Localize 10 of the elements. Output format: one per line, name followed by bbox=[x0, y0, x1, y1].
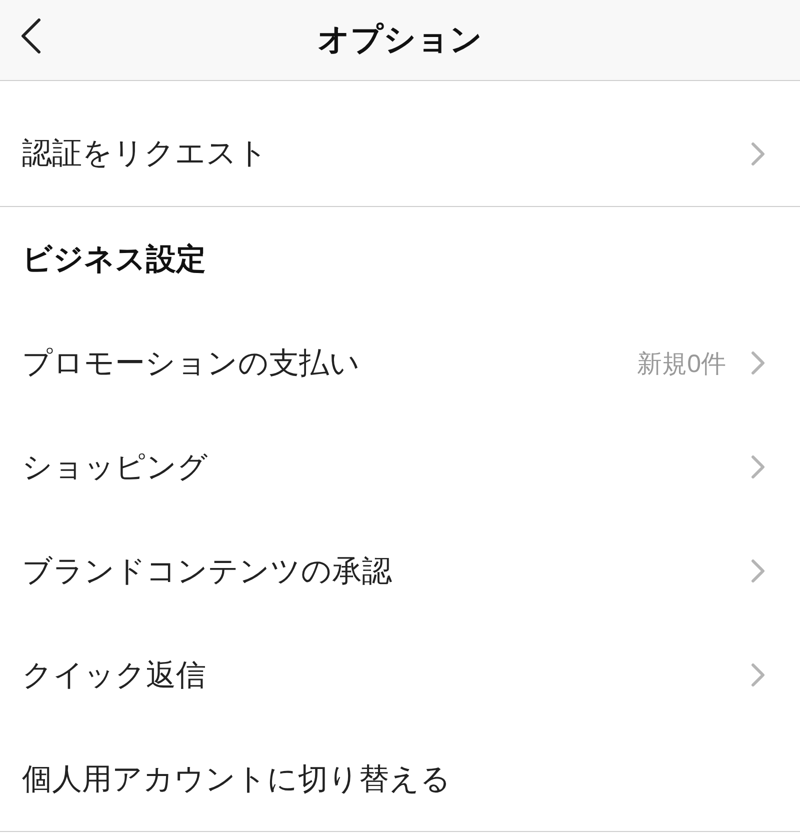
back-icon bbox=[20, 18, 42, 54]
item-detail: 新規0件 bbox=[637, 348, 726, 380]
menu-item[interactable]: プロモーションの支払い 新規0件 bbox=[0, 311, 800, 415]
menu-item[interactable]: ブランドコンテンツの承認 bbox=[0, 519, 800, 623]
menu-item[interactable]: 個人用アカウントに切り替える bbox=[0, 727, 800, 831]
menu-item[interactable]: 認証をリクエスト bbox=[0, 81, 800, 207]
page-title: オプション bbox=[318, 20, 482, 59]
menu-item[interactable]: ショッピング bbox=[0, 415, 800, 519]
section-title: ビジネス設定 bbox=[22, 242, 206, 278]
menu-item[interactable]: クイック返信 bbox=[0, 623, 800, 727]
